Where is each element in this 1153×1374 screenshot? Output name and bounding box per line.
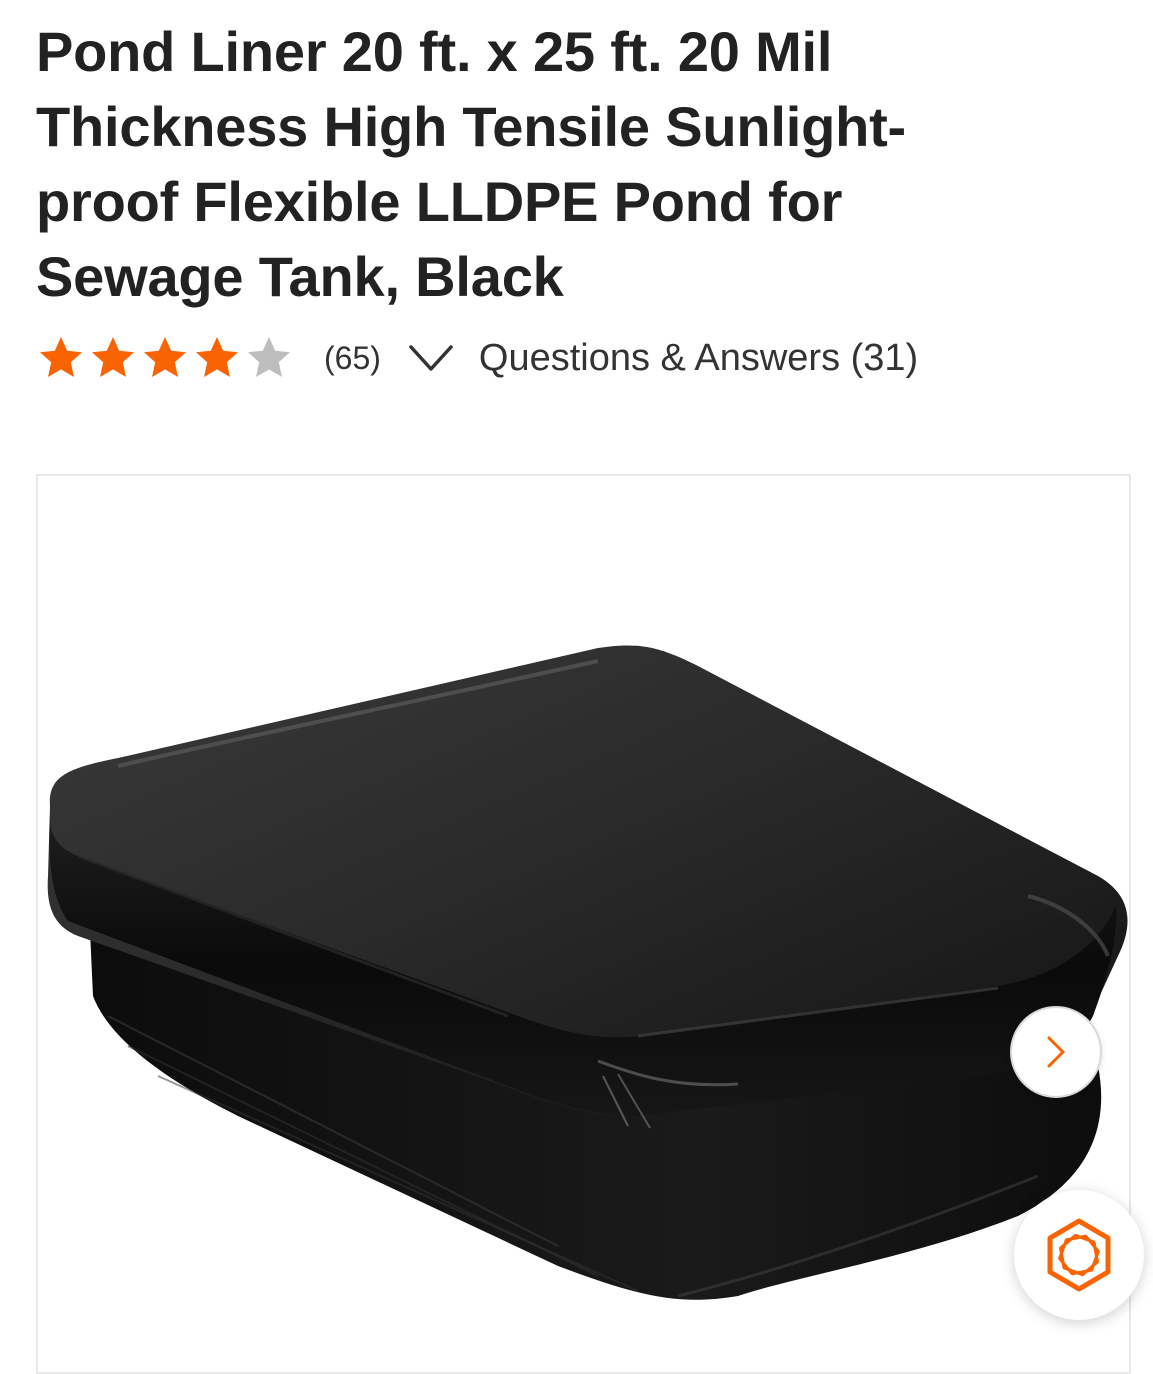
star-icon: [92, 337, 134, 377]
hexagon-assistant-icon: [1047, 1218, 1111, 1292]
star-rating[interactable]: [36, 334, 296, 382]
star-icon: [248, 337, 290, 377]
star-icon: [144, 337, 186, 377]
chevron-down-icon[interactable]: [407, 343, 455, 373]
star-icon: [196, 337, 238, 377]
star-icon: [40, 337, 82, 377]
product-image-gallery[interactable]: [36, 474, 1131, 1374]
assistant-button[interactable]: [1014, 1190, 1144, 1320]
product-image: [47, 645, 1128, 1300]
rating-row: (65) Questions & Answers (31): [36, 330, 918, 386]
next-image-button[interactable]: [1010, 1006, 1102, 1098]
chevron-right-icon: [1047, 1036, 1065, 1068]
product-title: Pond Liner 20 ft. x 25 ft. 20 Mil Thickn…: [36, 20, 906, 308]
questions-answers-link[interactable]: Questions & Answers (31): [479, 337, 918, 380]
review-count[interactable]: (65): [324, 340, 381, 377]
